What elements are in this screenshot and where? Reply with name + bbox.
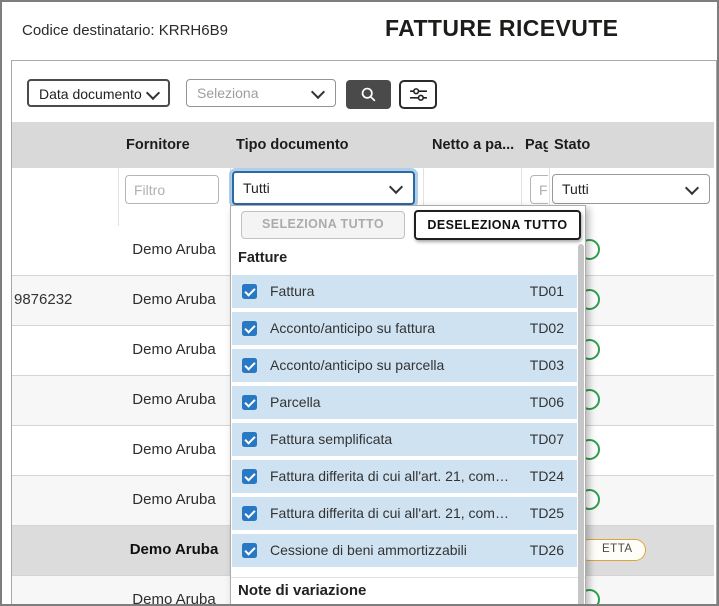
dropdown-item[interactable]: Acconto/anticipo su parcella TD03 [232,349,577,382]
item-label: Acconto/anticipo su fattura [270,320,435,336]
checkbox-checked-icon[interactable] [242,358,257,373]
checkbox-checked-icon[interactable] [242,543,257,558]
fornitore-cell: Demo Aruba [132,441,216,458]
fornitore-cell: Demo Aruba [129,541,219,558]
checkbox-checked-icon[interactable] [242,506,257,521]
dropdown-item[interactable]: Acconto/anticipo su fattura TD02 [232,312,577,345]
item-code: TD02 [529,320,564,336]
sliders-icon [409,88,427,101]
col-header-tipo-documento[interactable]: Tipo documento [236,137,349,153]
group-divider [231,577,585,578]
checkbox-checked-icon[interactable] [242,395,257,410]
col-header-pagamento[interactable]: Pag [525,137,548,153]
dropdown-item[interactable]: Fattura differita di cui all'art. 21, co… [232,460,577,493]
dropdown-item[interactable]: Parcella TD06 [232,386,577,419]
fornitore-cell: Demo Aruba [132,241,216,258]
dropdown-item[interactable]: Cessione di beni ammortizzabili TD26 [232,534,577,567]
fornitore-cell: Demo Aruba [132,491,216,508]
item-label: Acconto/anticipo su parcella [270,357,445,373]
fornitore-cell: Demo Aruba [132,341,216,358]
item-label: Fattura semplificata [270,431,393,447]
stato-filter-value: Tutti [562,181,589,197]
item-label: Cessione di beni ammortizzabili [270,542,467,558]
group-label-fatture: Fatture [238,250,288,266]
search-icon [361,87,376,102]
item-code: TD03 [529,357,564,373]
chevron-down-icon [145,85,161,101]
item-code: TD06 [529,394,564,410]
item-code: TD26 [529,542,564,558]
checkbox-checked-icon[interactable] [242,321,257,336]
column-divider [118,168,119,226]
fornitore-cell: Demo Aruba [132,391,216,408]
checkbox-checked-icon[interactable] [242,432,257,447]
table-header-row: Fornitore Tipo documento Netto a pa... P… [12,122,714,168]
item-label: Fattura [270,283,315,299]
dropdown-scrollbar[interactable] [578,244,584,604]
date-filter-select[interactable]: Data documento [27,79,170,107]
fornitore-cell: Demo Aruba [132,591,216,606]
search-button[interactable] [346,80,391,109]
tipo-filter-value: Tutti [243,180,270,196]
deseleziona-tutto-button[interactable]: DESELEZIONA TUTTO [414,210,581,240]
advanced-filters-button[interactable] [399,80,437,109]
item-label: Fattura differita di cui all'art. 21, co… [270,468,509,484]
chevron-down-icon [310,84,326,100]
dropdown-item[interactable]: Fattura TD01 [232,275,577,308]
checkbox-checked-icon[interactable] [242,469,257,484]
dropdown-item[interactable]: Fattura differita di cui all'art. 21, co… [232,497,577,530]
chevron-down-icon [684,180,700,196]
col-header-stato[interactable]: Stato [554,137,590,153]
col-header-netto[interactable]: Netto a pa... [432,137,514,153]
seleziona-tutto-button[interactable]: SELEZIONA TUTTO [241,211,405,239]
type-filter-select[interactable]: Seleziona [186,79,336,107]
item-code: TD25 [529,505,564,521]
item-code: TD24 [529,468,564,484]
item-code: TD07 [529,431,564,447]
item-code: TD01 [529,283,564,299]
item-label: Fattura differita di cui all'art. 21, co… [270,505,509,521]
fornitore-filter-input[interactable] [125,175,219,204]
tipo-documento-dropdown-panel: SELEZIONA TUTTO DESELEZIONA TUTTO Fattur… [230,205,586,604]
dropdown-item[interactable]: Fattura semplificata TD07 [232,423,577,456]
fatture-ricevute-window: Codice destinatario: KRRH6B9 FATTURE RIC… [0,0,719,606]
stato-filter-select[interactable]: Tutti [552,174,710,204]
fornitore-cell: Demo Aruba [132,291,216,308]
pagamento-filter-input[interactable] [530,175,548,204]
numero-cell: 9876232 [14,291,73,308]
pagamento-filter-clip [530,175,548,204]
page-title: FATTURE RICEVUTE [385,15,619,41]
col-header-fornitore[interactable]: Fornitore [126,137,190,153]
type-filter-placeholder: Seleziona [197,85,259,101]
checkbox-checked-icon[interactable] [242,284,257,299]
chevron-down-icon [388,179,404,195]
codice-destinatario: Codice destinatario: KRRH6B9 [22,22,228,39]
tipo-documento-filter-select[interactable]: Tutti [232,171,415,205]
date-filter-value: Data documento [39,86,142,102]
item-label: Parcella [270,394,321,410]
group-label-note-di-variazione: Note di variazione [238,582,367,599]
status-badge: ETTA [578,539,646,561]
